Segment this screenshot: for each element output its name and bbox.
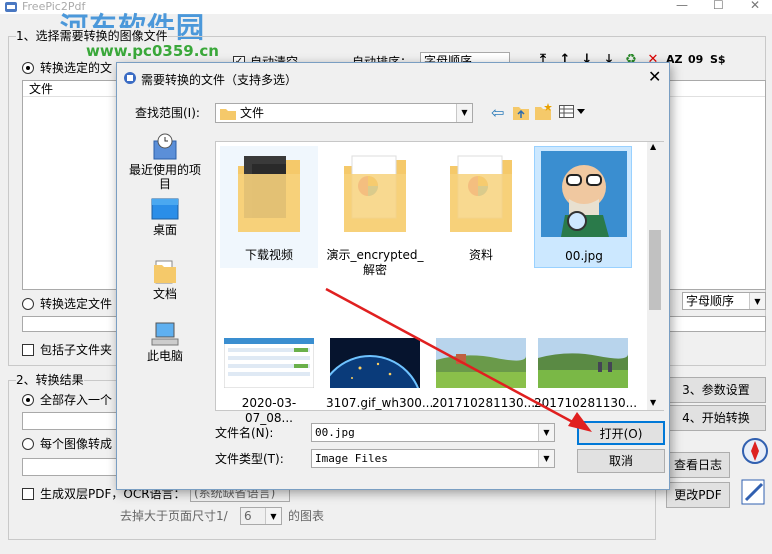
earth-thumbnail bbox=[330, 338, 420, 388]
chart-folder-icon bbox=[344, 155, 406, 232]
chevron-down-icon: ▼ bbox=[538, 424, 554, 441]
open-file-dialog: 需要转换的文件（支持多选） ✕ 查找范围(I): 文件 ▼ ⇦ 最近使用的项目 … bbox=[116, 62, 670, 490]
sort-size-icon[interactable]: S$ bbox=[710, 52, 726, 68]
file-column-header[interactable]: 文件 bbox=[29, 81, 53, 97]
documents-icon bbox=[154, 260, 176, 284]
compass-icon[interactable] bbox=[740, 436, 770, 466]
remove-ratio-select[interactable]: 6 ▼ bbox=[240, 507, 282, 525]
radio-each-image-label: 每个图像转成 bbox=[40, 437, 113, 451]
place-computer[interactable]: 此电脑 bbox=[125, 321, 205, 367]
radio-selected-folder-label: 转换选定文件 bbox=[40, 297, 113, 311]
file-name: 演示_encrypted_解密 bbox=[326, 248, 424, 277]
file-view-pane[interactable]: 下载视频 演示_encrypted_解密 资料 00.jpg 2020-03-0… bbox=[215, 141, 664, 425]
file-name: 下载视频 bbox=[244, 248, 293, 262]
file-item[interactable]: 2020-03-07_08... bbox=[220, 338, 318, 425]
screenshot-thumbnail bbox=[224, 338, 314, 388]
place-documents[interactable]: 文档 bbox=[125, 259, 205, 305]
chart-folder-icon bbox=[450, 155, 512, 232]
desktop-icon bbox=[151, 198, 179, 220]
filename-input[interactable]: 00.jpg ▼ bbox=[311, 423, 555, 442]
remove-large-label: 去掉大于页面尺寸1/ bbox=[120, 509, 228, 523]
file-item[interactable]: 201710281130... bbox=[534, 338, 638, 414]
landscape-thumbnail bbox=[538, 338, 628, 388]
close-window-button[interactable]: ✕ bbox=[750, 0, 760, 12]
minimize-button[interactable]: — bbox=[676, 0, 688, 12]
open-button[interactable]: 打开(O) bbox=[577, 421, 665, 445]
radio-all-in-one[interactable] bbox=[22, 394, 34, 406]
dialog-app-icon bbox=[123, 71, 137, 85]
scroll-thumb[interactable] bbox=[649, 230, 661, 310]
file-name: 201710281130... bbox=[534, 396, 638, 410]
app-logo-icon bbox=[4, 0, 18, 14]
file-item[interactable]: 资料 bbox=[432, 146, 530, 268]
scroll-up-icon[interactable]: ▲ bbox=[650, 142, 656, 151]
place-desktop[interactable]: 桌面 bbox=[125, 197, 205, 243]
file-name: 资料 bbox=[468, 248, 493, 262]
computer-icon bbox=[151, 322, 179, 346]
include-subfolders-label: 包括子文件夹 bbox=[40, 343, 113, 357]
file-name: 201710281130... bbox=[432, 396, 536, 410]
file-name: 2020-03-07_08... bbox=[241, 396, 297, 425]
radio-selected-files[interactable] bbox=[22, 62, 34, 74]
cancel-button[interactable]: 取消 bbox=[577, 449, 665, 473]
new-folder-icon[interactable] bbox=[535, 103, 553, 123]
landscape-thumbnail bbox=[436, 338, 526, 388]
step2-label: 2、转换结果 bbox=[16, 372, 84, 388]
filetype-select[interactable]: Image Files ▼ bbox=[311, 449, 555, 468]
folder-icon bbox=[220, 109, 236, 120]
up-folder-icon[interactable] bbox=[513, 105, 529, 123]
dual-layer-checkbox[interactable] bbox=[22, 488, 34, 500]
file-item[interactable]: 3107.gif_wh300... bbox=[326, 338, 434, 414]
pdf-edit-icon[interactable] bbox=[738, 476, 770, 508]
file-item[interactable]: 下载视频 bbox=[220, 146, 318, 268]
include-subfolders-checkbox[interactable] bbox=[22, 344, 34, 356]
chevron-down-icon: ▼ bbox=[538, 450, 554, 467]
back-arrow-icon[interactable]: ⇦ bbox=[491, 103, 504, 122]
recent-icon bbox=[153, 133, 177, 160]
filename-label: 文件名(N): bbox=[215, 426, 274, 440]
radio-selected-files-label: 转换选定的文 bbox=[40, 61, 113, 75]
output-folder-field[interactable] bbox=[22, 458, 122, 476]
file-item[interactable]: 演示_encrypted_解密 bbox=[326, 146, 424, 277]
file-item[interactable]: 201710281130... bbox=[432, 338, 536, 414]
radio-each-image[interactable] bbox=[22, 438, 34, 450]
radio-all-in-one-label: 全部存入一个 bbox=[40, 393, 113, 407]
look-in-label: 查找范围(I): bbox=[135, 106, 200, 120]
file-name: 00.jpg bbox=[565, 249, 603, 263]
step1-label: 1、选择需要转换的图像文件 bbox=[16, 28, 168, 44]
chevron-down-icon: ▼ bbox=[456, 104, 472, 122]
params-button[interactable]: 3、参数设置 bbox=[666, 377, 766, 403]
remove-suffix-label: 的图表 bbox=[288, 509, 325, 523]
place-recent[interactable]: 最近使用的项目 bbox=[125, 133, 205, 191]
file-item-selected[interactable]: 00.jpg bbox=[534, 146, 632, 268]
maximize-button[interactable]: ☐ bbox=[713, 0, 724, 12]
vertical-scrollbar[interactable]: ▲ ▼ bbox=[647, 142, 664, 410]
cartoon-image-thumbnail bbox=[541, 151, 627, 237]
view-menu-icon[interactable] bbox=[559, 105, 587, 122]
radio-selected-folder[interactable] bbox=[22, 298, 34, 310]
view-log-button[interactable]: 查看日志 bbox=[666, 452, 730, 478]
sort-09-icon[interactable]: 09 bbox=[688, 52, 703, 68]
output-file-field[interactable] bbox=[22, 412, 122, 430]
file-name: 3107.gif_wh300... bbox=[326, 396, 434, 410]
folder-sort-select[interactable]: 字母顺序 ▼ bbox=[682, 292, 766, 310]
look-in-select[interactable]: 文件 ▼ bbox=[215, 103, 473, 123]
filetype-label: 文件类型(T): bbox=[215, 452, 284, 466]
modify-pdf-button[interactable]: 更改PDF bbox=[666, 482, 730, 508]
chevron-down-icon: ▼ bbox=[749, 293, 765, 309]
chevron-down-icon: ▼ bbox=[265, 508, 281, 524]
scroll-down-icon[interactable]: ▼ bbox=[650, 398, 656, 407]
dialog-title: 需要转换的文件（支持多选） bbox=[141, 73, 298, 87]
dialog-close-icon[interactable]: ✕ bbox=[648, 67, 661, 86]
dark-folder-icon bbox=[238, 156, 300, 232]
start-convert-button[interactable]: 4、开始转换 bbox=[666, 405, 766, 431]
